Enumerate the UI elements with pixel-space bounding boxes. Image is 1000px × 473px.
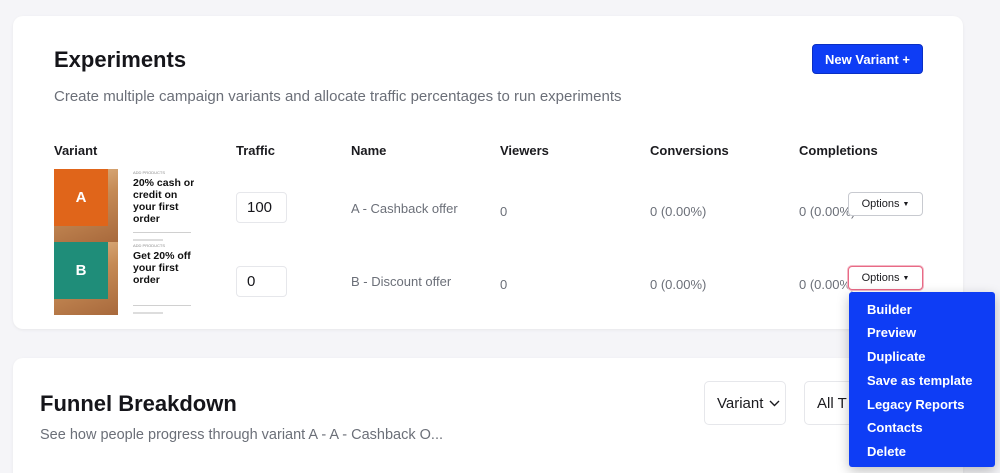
menu-item-duplicate[interactable]: Duplicate [867,349,926,364]
column-header-viewers: Viewers [500,143,549,158]
thumb-fine-print [133,305,191,309]
thumb-eyebrow: ADD PRODUCTS [133,170,166,175]
thumb-fine-print-line [133,239,163,241]
variant-b-completions: 0 (0.00%) [799,277,856,292]
thumb-headline: Get 20% off your first order [133,250,191,286]
funnel-title: Funnel Breakdown [40,391,237,416]
all-select-label: All T [817,394,847,412]
variant-b-viewers: 0 [500,277,508,292]
variant-a-name: A - Cashback offer [351,201,458,216]
thumb-headline: 20% cash or credit on your first order [133,177,194,225]
column-header-conversions: Conversions [650,143,729,158]
options-button-b[interactable]: Options ▼ [848,266,923,290]
caret-down-icon: ▼ [902,200,910,208]
variant-a-completions: 0 (0.00%) [799,204,856,219]
variant-a-badge: A [54,169,108,226]
thumb-fine-print-line [133,312,163,314]
menu-item-builder[interactable]: Builder [867,302,912,317]
variant-a-viewers: 0 [500,204,508,219]
menu-item-contacts[interactable]: Contacts [867,420,923,435]
chevron-down-icon [769,400,780,406]
options-label: Options [861,198,900,210]
experiments-card: Experiments Create multiple campaign var… [13,16,963,329]
column-header-traffic: Traffic [236,143,276,158]
variant-b-conversions: 0 (0.00%) [650,277,707,292]
experiments-title: Experiments [54,47,187,72]
options-button-a[interactable]: Options ▼ [848,192,923,216]
options-dropdown-menu: Builder Preview Duplicate Save as templa… [849,292,995,467]
column-header-name: Name [351,143,387,158]
options-label: Options [861,272,900,284]
column-header-variant: Variant [54,143,98,158]
new-variant-button[interactable]: New Variant + [812,44,923,74]
column-header-completions: Completions [799,143,878,158]
traffic-input-b[interactable]: 0 [236,266,287,297]
experiments-subtitle: Create multiple campaign variants and al… [54,88,622,105]
menu-item-save-as-template[interactable]: Save as template [867,373,973,388]
variant-b-badge: B [54,242,108,299]
caret-down-icon: ▼ [902,274,910,282]
traffic-input-a[interactable]: 100 [236,192,287,223]
variant-select-label: Variant [717,394,764,412]
menu-item-legacy-reports[interactable]: Legacy Reports [867,397,965,412]
variant-b-thumbnail[interactable]: B ADD PRODUCTS Get 20% off your first or… [54,242,194,315]
variant-a-conversions: 0 (0.00%) [650,204,707,219]
funnel-subtitle: See how people progress through variant … [40,427,444,443]
thumb-eyebrow: ADD PRODUCTS [133,243,166,248]
variant-a-thumbnail[interactable]: A ADD PRODUCTS 20% cash or credit on you… [54,169,194,242]
variant-b-name: B - Discount offer [351,274,452,289]
thumb-fine-print [133,232,191,236]
funnel-breakdown-card: Funnel Breakdown See how people progress… [13,358,963,473]
menu-item-preview[interactable]: Preview [867,325,916,340]
menu-item-delete[interactable]: Delete [867,444,906,459]
variant-select[interactable]: Variant [704,381,786,425]
